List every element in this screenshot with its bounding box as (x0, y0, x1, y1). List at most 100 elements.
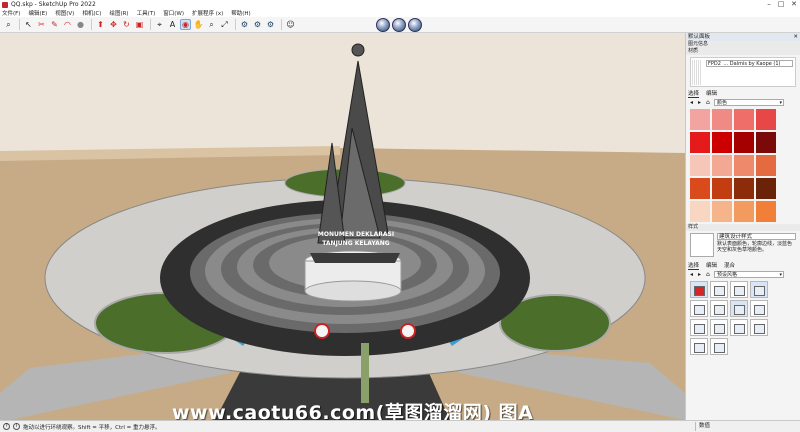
style-forward-arrow-icon[interactable]: ▸ (698, 271, 706, 278)
rotate-icon[interactable]: ↻ (121, 19, 132, 30)
status-bar: ? i 拖动以进行环绕观察。Shift = 平移，Ctrl = 重力悬浮。 (0, 420, 800, 432)
style-tab-mix[interactable]: 混合 (724, 261, 735, 269)
style-thumb[interactable] (710, 281, 728, 298)
user-account-icon[interactable]: ☺ (285, 19, 296, 30)
color-swatch[interactable] (756, 109, 776, 130)
color-swatch[interactable] (690, 178, 710, 199)
menu-view[interactable]: 视图(V) (55, 9, 74, 17)
style-collection-dropdown[interactable]: 预设风格 (714, 270, 784, 278)
geo-location-icon[interactable] (376, 17, 390, 32)
pan-icon[interactable]: ✋ (193, 19, 204, 30)
color-swatch[interactable] (756, 155, 776, 176)
color-swatch[interactable] (756, 178, 776, 199)
terrain-icon[interactable] (408, 17, 422, 32)
photo-texture-icon[interactable] (392, 17, 406, 32)
style-tab-edit[interactable]: 编辑 (706, 261, 717, 269)
color-swatch[interactable] (734, 178, 754, 199)
push-pull-icon[interactable]: ⬆ (95, 19, 106, 30)
search-icon[interactable]: ⌕ (3, 19, 14, 30)
color-swatch[interactable] (712, 201, 732, 222)
text-icon[interactable]: A (167, 19, 178, 30)
style-thumb[interactable] (710, 300, 728, 317)
style-thumb[interactable] (730, 300, 748, 317)
tab-edit[interactable]: 编辑 (706, 89, 717, 97)
collection-dropdown[interactable]: 颜色 (714, 98, 784, 106)
scale-icon[interactable]: ▣ (134, 19, 145, 30)
style-thumb[interactable] (750, 300, 768, 317)
geo-status-icon[interactable]: ? (3, 423, 10, 430)
info-status-icon[interactable]: i (13, 423, 20, 430)
style-thumb[interactable] (690, 281, 708, 298)
entity-info-header[interactable]: 图元信息 (686, 41, 800, 48)
color-swatch[interactable] (734, 155, 754, 176)
traffic-sign-right (400, 323, 416, 339)
menu-window[interactable]: 窗口(W) (163, 9, 184, 17)
color-swatch[interactable] (756, 201, 776, 222)
forward-arrow-icon[interactable]: ▸ (698, 99, 706, 106)
color-swatch[interactable] (712, 109, 732, 130)
tray-title: 默认面板 (688, 34, 711, 40)
material-name-field[interactable]: FPD2_... Dalmis by Kaope (1) (706, 60, 793, 67)
maximize-button[interactable]: □ (776, 0, 786, 9)
pencil-line-icon[interactable]: ✎ (49, 19, 60, 30)
materials-tabs: 选择 编辑 (686, 89, 800, 98)
color-swatch-grid (690, 109, 780, 222)
monument-base-bottom (304, 280, 402, 302)
style-thumb[interactable] (690, 319, 708, 336)
measurements-box[interactable]: 数值 (695, 422, 800, 431)
style-tab-select[interactable]: 选择 (688, 261, 700, 270)
status-hint: 拖动以进行环绕观察。Shift = 平移，Ctrl = 重力悬浮。 (23, 424, 161, 431)
tab-select[interactable]: 选择 (688, 89, 700, 98)
zoom-icon[interactable]: ⌕ (206, 19, 217, 30)
model-viewport[interactable]: MONUMEN DEKLARASI TANJUNG KELAYANG www.c… (0, 33, 685, 420)
color-swatch[interactable] (712, 178, 732, 199)
warehouse-icon[interactable]: ⚙ (239, 19, 250, 30)
color-swatch[interactable] (690, 201, 710, 222)
color-swatch[interactable] (690, 132, 710, 153)
color-swatch[interactable] (734, 201, 754, 222)
materials-header[interactable]: 材质 (686, 48, 800, 55)
close-button[interactable]: ✕ (789, 0, 799, 9)
menu-camera[interactable]: 相机(C) (82, 9, 101, 17)
style-thumb[interactable] (690, 300, 708, 317)
home-icon[interactable]: ⌂ (706, 99, 714, 106)
menu-tools[interactable]: 工具(T) (137, 9, 156, 17)
color-swatch[interactable] (690, 109, 710, 130)
arc-icon[interactable]: ◠ (62, 19, 73, 30)
style-thumb[interactable] (690, 338, 708, 355)
color-swatch[interactable] (712, 132, 732, 153)
color-swatch[interactable] (734, 109, 754, 130)
color-swatch[interactable] (756, 132, 776, 153)
menu-extensions[interactable]: 扩展程序 (x) (192, 9, 223, 17)
select-arrow-icon[interactable]: ↖ (23, 19, 34, 30)
style-home-icon[interactable]: ⌂ (706, 271, 714, 278)
tray-close-icon[interactable]: ✕ (793, 33, 800, 41)
style-thumb[interactable] (730, 319, 748, 336)
style-thumb[interactable] (750, 319, 768, 336)
menu-draw[interactable]: 绘图(R) (109, 9, 128, 17)
menu-file[interactable]: 文件(F) (2, 9, 20, 17)
eraser-icon[interactable]: ✂ (36, 19, 47, 30)
style-back-arrow-icon[interactable]: ◂ (690, 271, 698, 278)
style-thumb[interactable] (750, 281, 768, 298)
back-arrow-icon[interactable]: ◂ (690, 99, 698, 106)
menu-edit[interactable]: 编辑(E) (28, 9, 47, 17)
style-name-field[interactable]: 建筑设计样式 (717, 233, 796, 240)
color-swatch[interactable] (690, 155, 710, 176)
style-thumb[interactable] (710, 319, 728, 336)
style-thumb[interactable] (710, 338, 728, 355)
style-thumb[interactable] (730, 281, 748, 298)
extension-warehouse-icon[interactable]: ⚙ (252, 19, 263, 30)
style-thumbnail (690, 233, 714, 257)
minimize-button[interactable]: – (764, 0, 774, 9)
styles-header[interactable]: 样式 (686, 224, 800, 231)
color-swatch[interactable] (712, 155, 732, 176)
orbit-icon[interactable]: ◉ (180, 19, 191, 30)
zoom-extents-icon[interactable]: ⤢ (219, 19, 230, 30)
layout-icon[interactable]: ⚙ (265, 19, 276, 30)
menu-help[interactable]: 帮助(H) (231, 9, 250, 17)
color-swatch[interactable] (734, 132, 754, 153)
paint-bucket-icon[interactable]: ● (75, 19, 86, 30)
tape-measure-icon[interactable]: ⌖ (154, 19, 165, 30)
move-icon[interactable]: ✥ (108, 19, 119, 30)
